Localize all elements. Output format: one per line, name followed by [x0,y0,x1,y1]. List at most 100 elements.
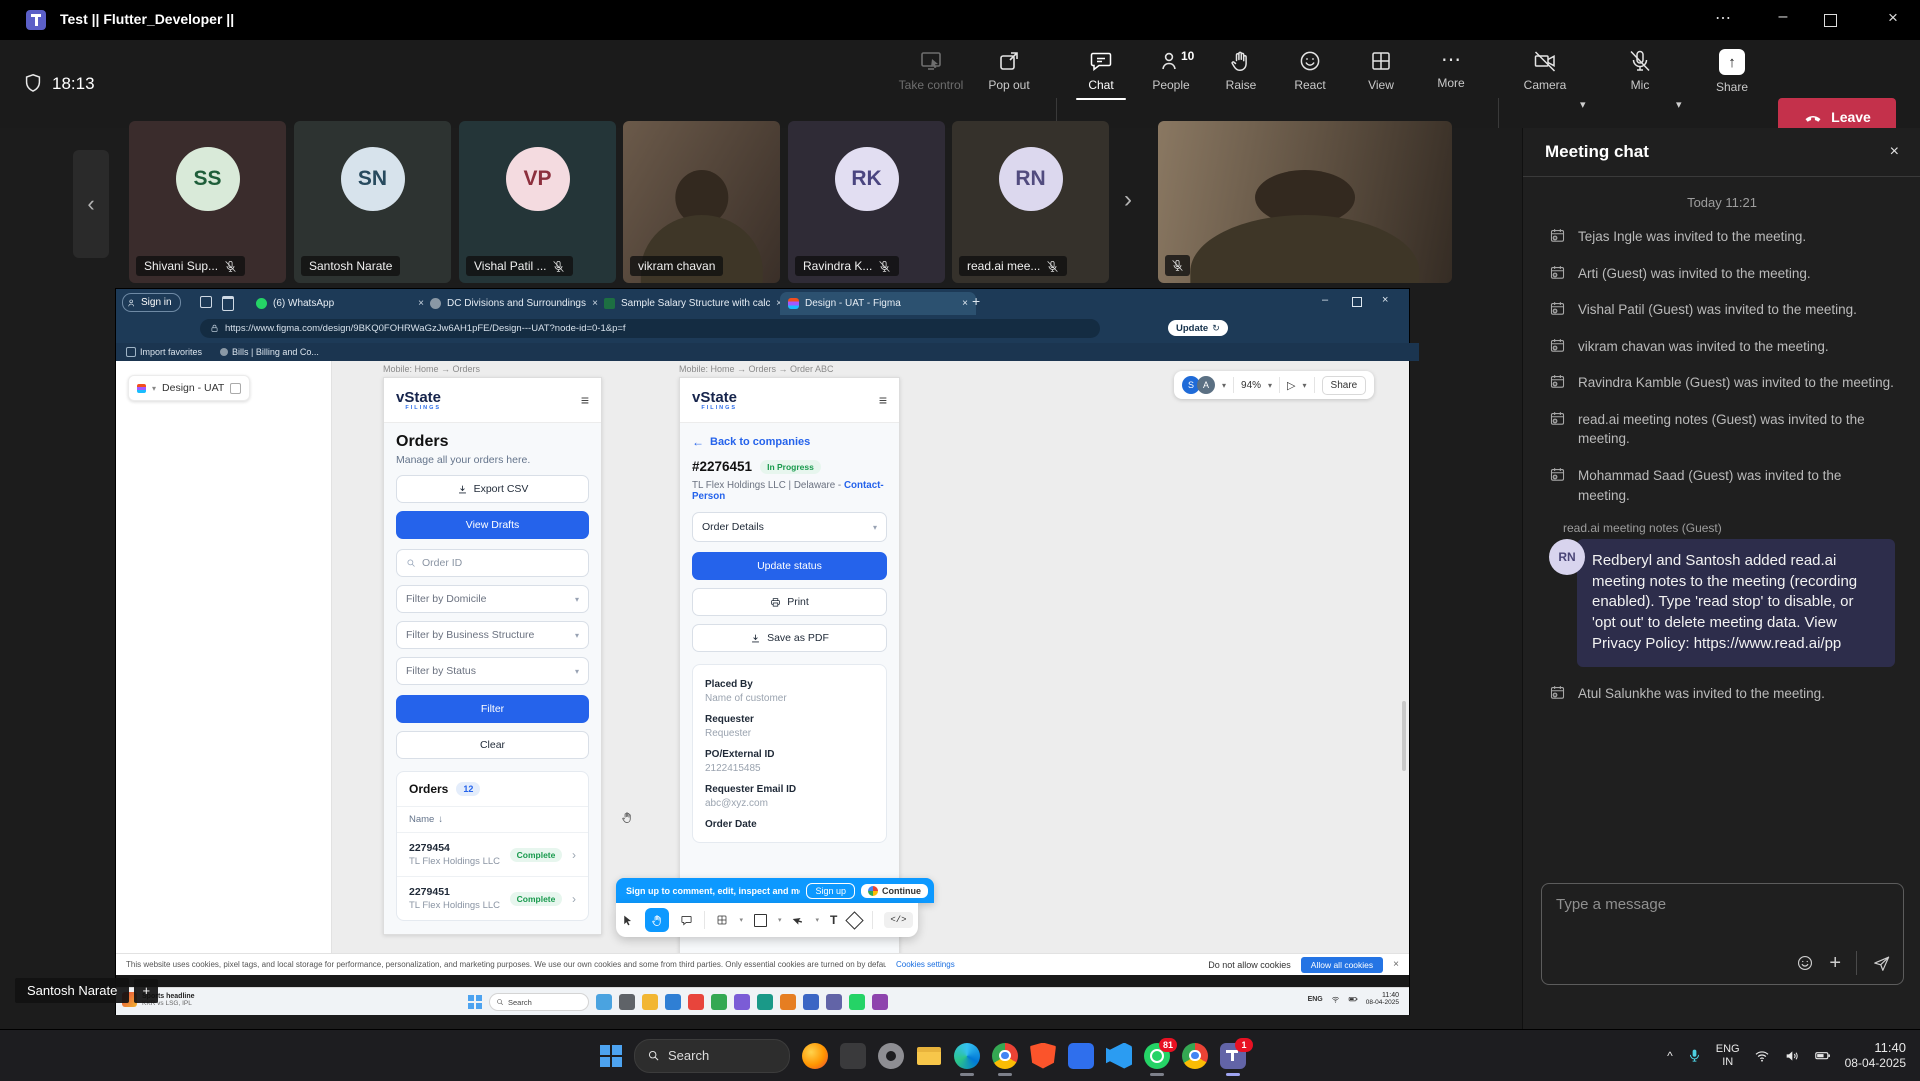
favorites-bar-item[interactable]: Import favorites [126,347,202,357]
chat-message[interactable]: RN Redberyl and Santosh added read.ai me… [1549,539,1895,666]
taskbar-app-icon[interactable] [872,994,888,1010]
shape-tool-icon[interactable] [754,914,767,927]
canvas-scrollbar[interactable] [1402,701,1406,771]
participant-tile[interactable]: SS Shivani Sup... [129,121,286,283]
zoom-level[interactable]: 94% [1241,380,1261,391]
taskbar-app-icon[interactable] [803,994,819,1010]
mic-in-use-icon[interactable] [1687,1048,1702,1063]
taskbar-app-icon[interactable] [619,994,635,1010]
chevron-down-icon[interactable]: ▾ [1268,381,1272,390]
browser-restore-icon[interactable] [1352,297,1362,307]
browser-tab[interactable]: (6) WhatsApp × [248,292,432,315]
tab-actions-icon[interactable] [222,296,234,311]
app-icon[interactable] [1068,1043,1094,1069]
export-csv-button[interactable]: Export CSV [396,475,589,503]
cookie-close-icon[interactable]: × [1393,959,1399,970]
frame-label[interactable]: Mobile: Home → Orders [383,364,480,374]
hamburger-menu-icon[interactable]: ≡ [879,392,887,408]
clock[interactable]: 11:40 08-04-2025 [1845,1040,1906,1071]
presenter-pin-button[interactable]: + [134,979,158,1003]
participant-tile[interactable]: RN read.ai mee... [952,121,1109,283]
volume-icon[interactable] [1784,1048,1800,1064]
chevron-down-icon[interactable]: ▾ [778,916,782,924]
take-control-button[interactable]: Take control [889,49,973,92]
dev-mode-icon[interactable]: </> [884,912,912,928]
chat-close-icon[interactable]: × [1890,143,1899,161]
shared-taskbar-tray[interactable]: ENG 11:40 08-04-2025 [1308,992,1399,1006]
shared-search-box[interactable]: Search [489,993,589,1011]
participant-tile[interactable]: VP Vishal Patil ... [459,121,616,283]
present-play-icon[interactable]: ▷ [1287,379,1295,392]
browser-tab[interactable]: Sample Salary Structure with calc × [596,292,790,315]
workspaces-icon[interactable] [200,296,212,308]
battery-icon[interactable] [1814,1047,1831,1064]
tray-expand-caret[interactable]: ^ [1667,1049,1673,1063]
teams-icon[interactable]: 1 [1220,1043,1246,1069]
url-bar[interactable]: https://www.figma.com/design/9BKQ0FOHRWa… [200,319,1100,338]
order-details-select[interactable]: Order Details ▾ [692,512,887,542]
minimize-button[interactable]: – [1760,8,1806,26]
share-button[interactable]: ↑ Share [1690,49,1774,94]
order-row[interactable]: 2279451 TL Flex Holdings LLC Complete › [397,876,588,920]
camera-options-chevron[interactable]: ▾ [1580,98,1586,111]
collaborator-avatar[interactable]: A [1197,376,1215,394]
clear-button[interactable]: Clear [396,731,589,759]
filter-domicile-select[interactable]: Filter by Domicile▾ [396,585,589,613]
update-status-button[interactable]: Update status [692,552,887,580]
comment-tool-icon[interactable] [680,914,693,927]
tab-close-icon[interactable]: × [962,298,968,309]
list-header-row[interactable]: Name ↓ [397,806,588,832]
figma-canvas[interactable]: ▾ Design - UAT S A ▾ 94% ▾ ▷ ▾ Share Mob… [116,361,1409,953]
edge-icon[interactable] [954,1043,980,1069]
start-button[interactable] [600,1045,622,1067]
brave-icon[interactable] [1030,1043,1056,1069]
taskbar-app-icon[interactable] [826,994,842,1010]
chevron-down-icon[interactable]: ▾ [1222,381,1226,390]
whatsapp-icon[interactable]: 81 [1144,1043,1170,1069]
new-tab-button[interactable]: + [972,293,980,309]
save-as-pdf-button[interactable]: Save as PDF [692,624,887,652]
cookies-settings-link[interactable]: Cookies settings [896,960,955,969]
frame-label[interactable]: Mobile: Home → Orders → Order ABC [679,364,834,374]
chat-compose-box[interactable]: Type a message + [1541,883,1904,985]
taskbar-search-box[interactable]: Search [634,1039,790,1073]
taskbar-app-icon[interactable] [665,994,681,1010]
components-tool-icon[interactable] [846,911,864,929]
mic-options-chevron[interactable]: ▾ [1676,98,1682,111]
restore-button[interactable] [1824,14,1837,27]
taskbar-app-icon[interactable] [596,994,612,1010]
pen-tool-icon[interactable] [790,912,807,929]
filmstrip-scroll-right-button[interactable]: › [1124,186,1132,214]
browser-close-icon[interactable]: × [1382,294,1388,306]
mic-button[interactable]: Mic [1598,49,1682,92]
taskbar-app-icon[interactable] [688,994,704,1010]
chrome-profile-icon[interactable] [1182,1043,1208,1069]
shared-start-button[interactable] [468,995,482,1009]
taskbar-app-icon[interactable] [642,994,658,1010]
filter-status-select[interactable]: Filter by Status▾ [396,657,589,685]
titlebar-more-icon[interactable]: ⋯ [1700,8,1746,28]
close-button[interactable]: × [1878,8,1908,28]
browser-signin-button[interactable]: Sign in [122,293,181,312]
view-drafts-button[interactable]: View Drafts [396,511,589,539]
figma-file-chip[interactable]: ▾ Design - UAT [128,375,250,401]
text-tool-icon[interactable]: T [830,913,837,927]
participant-tile-video[interactable]: vikram chavan [623,121,780,283]
firefox-icon[interactable] [802,1043,828,1069]
file-explorer-icon[interactable] [916,1043,942,1069]
order-id-search-input[interactable]: Order ID [396,549,589,577]
language-indicator[interactable]: ENG IN [1716,1043,1740,1068]
browser-minimize-icon[interactable]: – [1322,294,1328,306]
browser-tab[interactable]: DC Divisions and Surroundings × [422,292,606,315]
figma-share-button[interactable]: Share [1322,376,1367,395]
allow-cookies-button[interactable]: Allow all cookies [1301,957,1383,973]
chrome-icon[interactable] [992,1043,1018,1069]
browser-tab-active[interactable]: Design - UAT - Figma × [780,292,976,315]
print-button[interactable]: Print [692,588,887,616]
browser-update-button[interactable]: Update ↻ [1168,320,1228,336]
hamburger-menu-icon[interactable]: ≡ [581,392,589,408]
app-icon[interactable] [840,1043,866,1069]
wifi-icon[interactable] [1754,1048,1770,1064]
taskbar-app-icon[interactable] [780,994,796,1010]
filter-business-structure-select[interactable]: Filter by Business Structure▾ [396,621,589,649]
